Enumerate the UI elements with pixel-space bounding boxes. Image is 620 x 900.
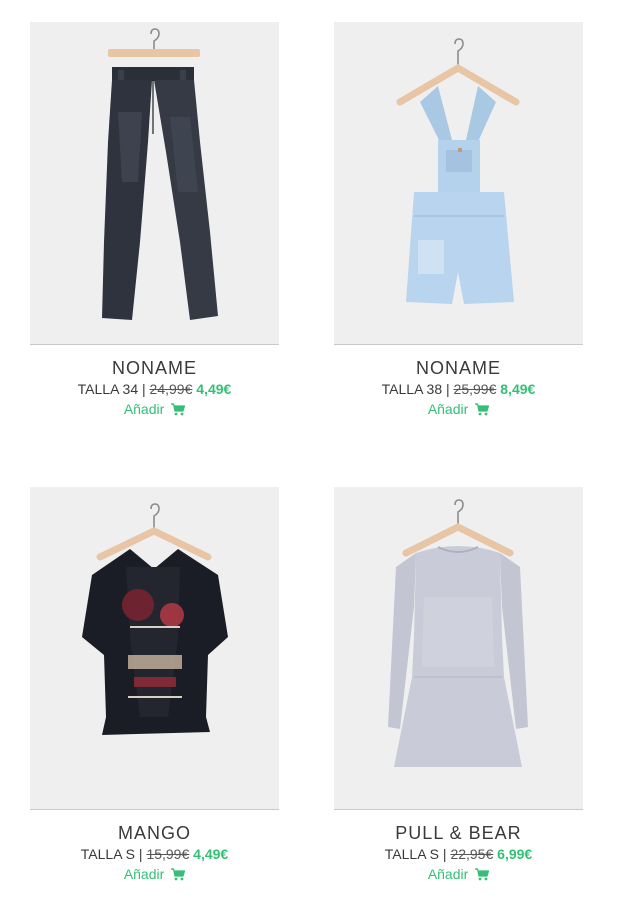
product-image[interactable] — [30, 487, 279, 810]
sale-price: 6,99€ — [497, 846, 533, 862]
product-image[interactable] — [334, 22, 583, 345]
price-separator: | — [446, 381, 450, 397]
product-image[interactable] — [30, 22, 279, 345]
knit-dress-image — [388, 499, 528, 767]
product-price-line: TALLA S | 22,95€ 6,99€ — [334, 846, 583, 862]
add-to-cart-label: Añadir — [123, 401, 165, 417]
product-image[interactable] — [334, 487, 583, 810]
add-to-cart-label: Añadir — [427, 401, 469, 417]
product-price-line: TALLA S | 15,99€ 4,49€ — [30, 846, 279, 862]
add-to-cart-button[interactable]: Añadir — [334, 866, 583, 884]
original-price: 15,99€ — [146, 846, 190, 862]
shopping-cart-icon — [475, 868, 490, 884]
original-price: 22,95€ — [450, 846, 494, 862]
dark-jeans-image — [102, 28, 218, 320]
original-price: 25,99€ — [453, 381, 497, 397]
product-size: TALLA S — [384, 846, 440, 862]
price-separator: | — [138, 846, 143, 862]
denim-overalls-image — [396, 38, 520, 304]
add-to-cart-button[interactable]: Añadir — [30, 401, 279, 419]
shopping-cart-icon — [171, 868, 186, 884]
product-brand[interactable]: NONAME — [30, 358, 279, 379]
product-brand[interactable]: PULL & BEAR — [334, 823, 583, 844]
shopping-cart-icon — [171, 403, 186, 419]
price-separator: | — [442, 846, 447, 862]
add-to-cart-button[interactable]: Añadir — [30, 866, 279, 884]
product-price-line: TALLA 34 | 24,99€ 4,49€ — [30, 381, 279, 397]
product-size: TALLA 34 — [77, 381, 139, 397]
sale-price: 4,49€ — [193, 846, 229, 862]
printed-top-image — [82, 503, 228, 735]
product-size: TALLA 38 — [381, 381, 443, 397]
shopping-cart-icon — [475, 403, 490, 419]
add-to-cart-label: Añadir — [123, 866, 165, 882]
original-price: 24,99€ — [149, 381, 193, 397]
product-size: TALLA S — [80, 846, 136, 862]
product-price-line: TALLA 38 | 25,99€ 8,49€ — [334, 381, 583, 397]
product-brand[interactable]: NONAME — [334, 358, 583, 379]
add-to-cart-label: Añadir — [427, 866, 469, 882]
sale-price: 4,49€ — [196, 381, 232, 397]
price-separator: | — [142, 381, 146, 397]
sale-price: 8,49€ — [500, 381, 536, 397]
product-brand[interactable]: MANGO — [30, 823, 279, 844]
add-to-cart-button[interactable]: Añadir — [334, 401, 583, 419]
